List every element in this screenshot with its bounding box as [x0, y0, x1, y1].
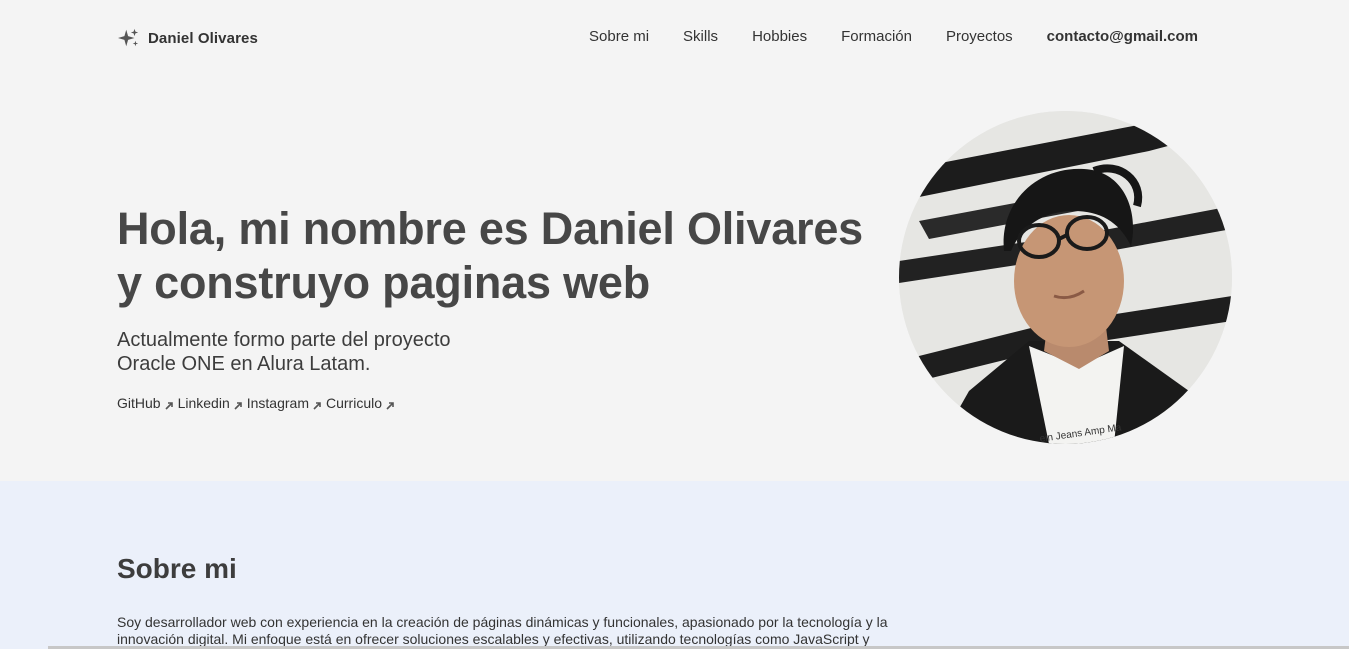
site-header: Daniel Olivares Sobre mi Skills Hobbies … — [0, 0, 1349, 76]
linkedin-link[interactable]: Linkedin — [178, 395, 243, 411]
github-link[interactable]: GitHub — [117, 395, 174, 411]
instagram-link-label: Instagram — [246, 395, 309, 411]
about-section: Sobre mi Soy desarrollador web con exper… — [0, 481, 1349, 649]
profile-photo-image: ein Jeans Amp Ma — [899, 111, 1232, 444]
hero-title: Hola, mi nombre es Daniel Olivares y con… — [117, 202, 917, 310]
hero-title-line-1: Hola, mi nombre es Daniel Olivares — [117, 203, 863, 254]
nav-hobbies[interactable]: Hobbies — [752, 28, 807, 46]
about-text: Soy desarrollador web con experiencia en… — [117, 614, 888, 647]
brand[interactable]: Daniel Olivares — [118, 27, 258, 49]
hero-subtitle-line-1: Actualmente formo parte del proyecto — [117, 329, 451, 351]
curriculo-link[interactable]: Curriculo — [326, 395, 395, 411]
github-link-label: GitHub — [117, 395, 161, 411]
external-arrow-icon — [313, 402, 321, 410]
hero-subtitle: Actualmente formo parte del proyecto Ora… — [117, 328, 537, 376]
main-nav: Sobre mi Skills Hobbies Formación Proyec… — [555, 28, 1198, 46]
nav-formacion[interactable]: Formación — [841, 28, 912, 46]
hero-subtitle-line-2: Oracle ONE en Alura Latam. — [117, 353, 371, 375]
nav-contact-email[interactable]: contacto@gmail.com — [1047, 28, 1198, 46]
brand-name: Daniel Olivares — [148, 29, 258, 47]
nav-sobre-mi[interactable]: Sobre mi — [589, 28, 649, 46]
profile-photo: ein Jeans Amp Ma — [899, 111, 1232, 444]
external-arrow-icon — [165, 402, 173, 410]
linkedin-link-label: Linkedin — [177, 395, 230, 411]
instagram-link[interactable]: Instagram — [247, 395, 322, 411]
social-links: GitHub Linkedin Instagram Curriculo — [117, 395, 397, 411]
external-arrow-icon — [234, 402, 242, 410]
sparkle-icon — [118, 28, 139, 47]
nav-proyectos[interactable]: Proyectos — [946, 28, 1013, 46]
nav-skills[interactable]: Skills — [683, 28, 718, 46]
external-arrow-icon — [386, 402, 394, 410]
about-heading: Sobre mi — [117, 553, 237, 584]
hero-title-line-2: y construyo paginas web — [117, 257, 651, 308]
curriculo-link-label: Curriculo — [325, 395, 382, 411]
